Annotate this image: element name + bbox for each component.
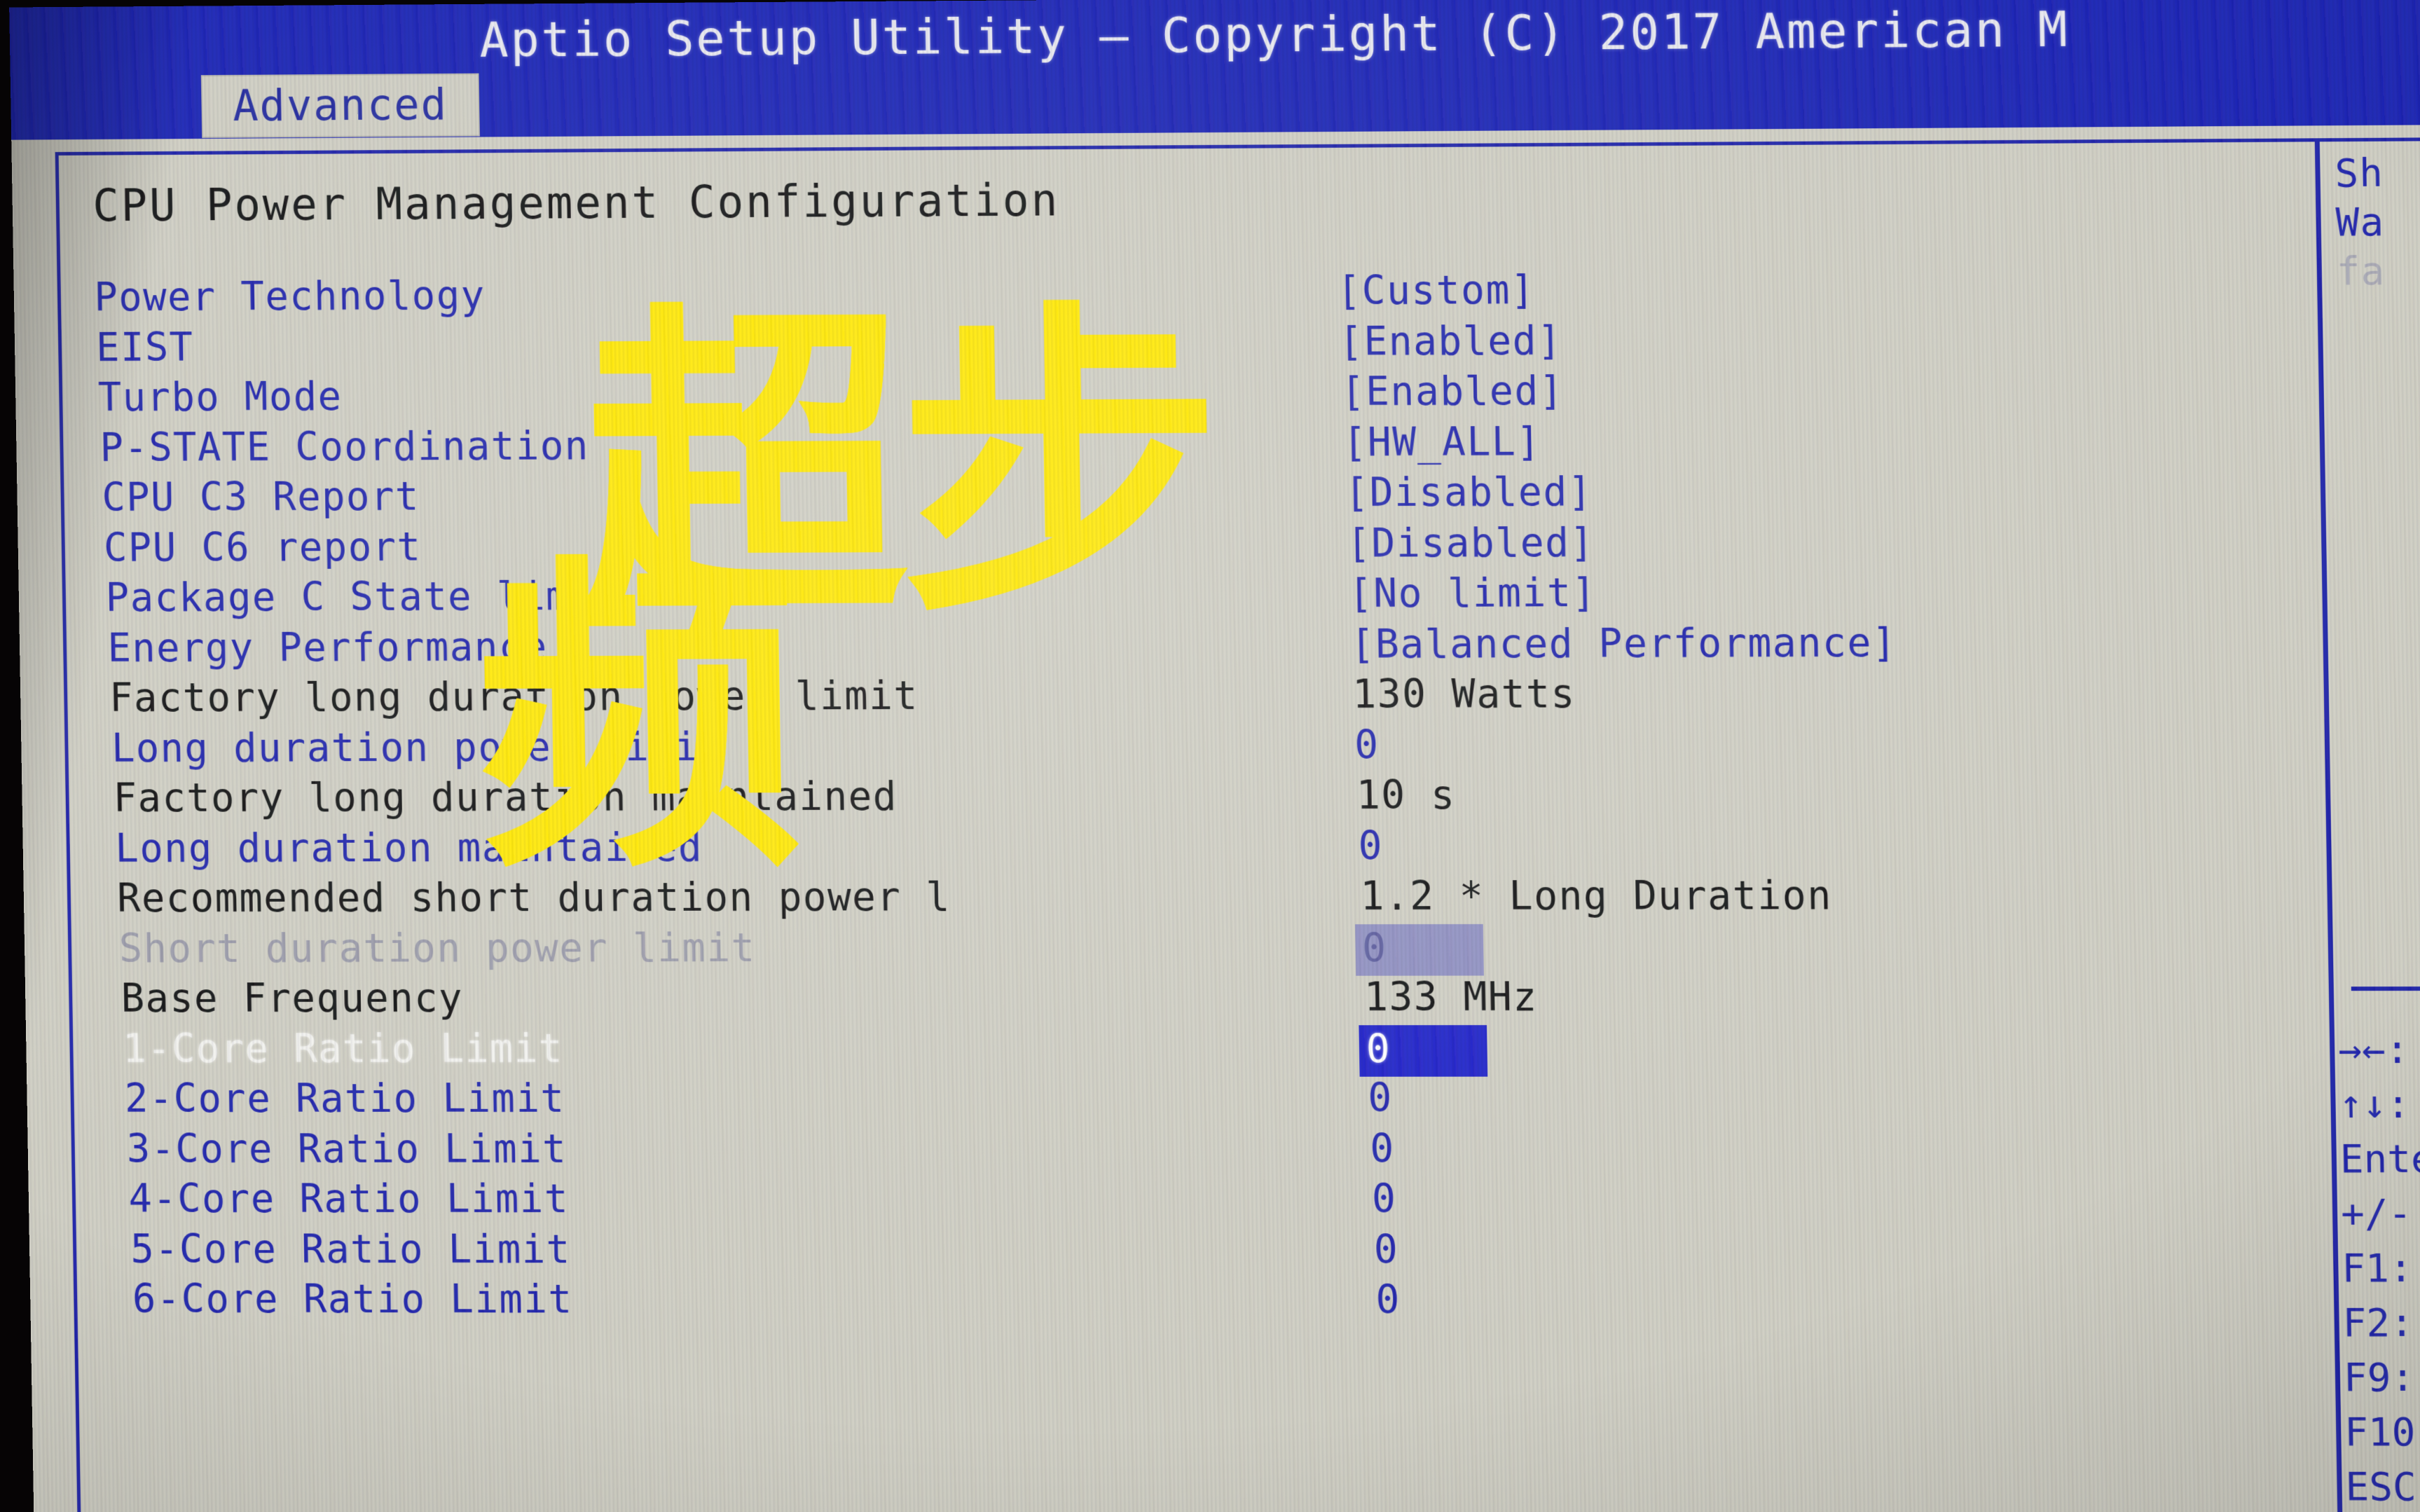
setting-label: 4-Core Ratio Limit <box>128 1176 570 1222</box>
setting-label: Turbo Mode <box>97 373 343 421</box>
setting-value[interactable]: [Custom] <box>1337 267 1536 314</box>
setting-row[interactable]: CPU C3 Report [Disabled] <box>17 465 2420 525</box>
setting-value[interactable]: [No limit] <box>1348 570 1597 617</box>
setting-label: 1-Core Ratio Limit <box>122 1025 564 1072</box>
setting-label: Factory long duration maintained <box>113 774 898 821</box>
key-legend-item: Ente <box>2339 1136 2420 1182</box>
setting-row[interactable]: Factory long duration maintained 10 s <box>22 770 2420 826</box>
setting-label: Energy Performance <box>107 624 549 671</box>
bios-screen: Aptio Setup Utility – Copyright (C) 2017… <box>9 0 2420 1512</box>
setting-value[interactable]: 133 MHz <box>1363 974 1538 1020</box>
bios-photo-frame: Aptio Setup Utility – Copyright (C) 2017… <box>0 0 2420 1512</box>
setting-value[interactable]: 0 <box>1370 1126 1395 1172</box>
key-legend-item: ↑↓: <box>2339 1082 2411 1127</box>
setting-row[interactable]: Recommended short duration power l 1.2 * … <box>23 872 2420 926</box>
help-text-line: fa <box>2336 248 2386 294</box>
setting-row[interactable]: Energy Performance [Balanced Performance] <box>20 617 2420 675</box>
setting-value[interactable]: [Disabled] <box>1345 469 1593 516</box>
tab-advanced[interactable]: Advanced <box>200 73 480 138</box>
key-legend-item: +/-: <box>2340 1190 2420 1237</box>
setting-row[interactable]: 3-Core Ratio Limit 0 <box>27 1125 2420 1176</box>
setting-value[interactable]: 1.2 * Long Duration <box>1360 873 1832 920</box>
setting-label: 5-Core Ratio Limit <box>130 1226 572 1272</box>
setting-value[interactable]: [Enabled] <box>1339 317 1562 364</box>
setting-label: Base Frequency <box>121 975 464 1022</box>
setting-label: 6-Core Ratio Limit <box>132 1276 573 1323</box>
setting-value[interactable]: 0 <box>1372 1176 1397 1223</box>
key-legend-item: F9: <box>2343 1354 2415 1401</box>
setting-row[interactable]: CPU C6 report [Disabled] <box>18 516 2420 575</box>
setting-value[interactable]: 0 <box>1375 1277 1401 1324</box>
setting-value[interactable]: 130 Watts <box>1352 671 1576 717</box>
setting-value[interactable]: [HW_ALL] <box>1342 418 1541 465</box>
setting-value[interactable]: 0 <box>1354 722 1380 769</box>
setting-label: CPU C6 report <box>103 523 422 571</box>
setting-row[interactable]: Long duration power limit 0 <box>21 719 2420 776</box>
setting-label: Package C State limit <box>105 573 620 621</box>
setting-value[interactable]: 10 s <box>1356 772 1456 818</box>
setting-label: P-STATE Coordination <box>99 422 590 471</box>
setting-label: EIST <box>95 324 195 371</box>
title-bar-text: Aptio Setup Utility – Copyright (C) 2017… <box>479 0 2070 69</box>
setting-row[interactable]: 5-Core Ratio Limit 0 <box>29 1226 2420 1278</box>
setting-row[interactable]: Short duration power limit 0 <box>25 922 2420 976</box>
setting-row[interactable]: 6-Core Ratio Limit 0 <box>30 1276 2420 1328</box>
setting-row[interactable]: 1-Core Ratio Limit 0 <box>26 1024 2420 1077</box>
setting-row[interactable]: Long duration maintained 0 <box>22 820 2420 875</box>
content-pane: CPU Power Management Configuration Power… <box>11 124 2420 1512</box>
setting-value[interactable]: 0 <box>1373 1227 1398 1273</box>
setting-label: Long duration maintained <box>114 824 703 872</box>
setting-value[interactable]: [Balanced Performance] <box>1350 619 1897 667</box>
setting-label: 3-Core Ratio Limit <box>126 1125 568 1172</box>
key-legend-item: F2: <box>2342 1300 2414 1346</box>
key-legend-item: F10: <box>2344 1409 2420 1455</box>
setting-value[interactable]: 0 <box>1358 823 1383 870</box>
setting-value[interactable]: [Enabled] <box>1340 368 1564 415</box>
key-legend: →←: ↑↓: Ente +/-: F1: F2: F9: F10: ESC: <box>2338 1027 2420 1512</box>
key-legend-item: →←: <box>2337 1027 2409 1073</box>
selected-value-highlight[interactable]: 0 <box>1359 1024 1488 1077</box>
setting-label: Long duration power limit <box>111 723 724 771</box>
setting-label: CPU C3 Report <box>101 474 420 521</box>
disabled-value-highlight: 0 <box>1354 923 1484 976</box>
setting-row[interactable]: Base Frequency 133 MHz <box>25 973 2420 1026</box>
settings-list: Power Technology [Custom] EIST [Enabled] Tur… <box>13 262 2420 1329</box>
setting-row[interactable]: 4-Core Ratio Limit 0 <box>28 1176 2420 1228</box>
page-title: CPU Power Management Configuration <box>92 174 1060 233</box>
setting-value[interactable]: 0 <box>1354 923 1484 976</box>
help-panel: Sh Wa fa <box>2335 150 2420 298</box>
setting-label: Factory long duration power limit <box>109 673 919 721</box>
setting-row[interactable]: 2-Core Ratio Limit 0 <box>27 1075 2420 1126</box>
help-text-line: Wa <box>2335 199 2385 246</box>
setting-label: Recommended short duration power l <box>116 874 951 921</box>
help-text-line: Sh <box>2334 150 2384 197</box>
setting-row[interactable]: Package C State limit [No limit] <box>18 567 2420 626</box>
setting-value[interactable]: 0 <box>1368 1075 1393 1122</box>
help-panel-divider <box>2351 986 2420 991</box>
setting-label: 2-Core Ratio Limit <box>124 1075 565 1122</box>
key-legend-item: ESC: <box>2345 1464 2420 1510</box>
setting-value[interactable]: [Disabled] <box>1347 519 1595 566</box>
setting-label: Power Technology <box>93 273 486 321</box>
setting-value[interactable]: 0 <box>1359 1024 1488 1077</box>
setting-row[interactable]: Factory long duration power limit 130 Wat… <box>20 668 2420 726</box>
key-legend-item: F1: <box>2341 1245 2413 1291</box>
setting-label: Short duration power limit <box>118 924 756 972</box>
